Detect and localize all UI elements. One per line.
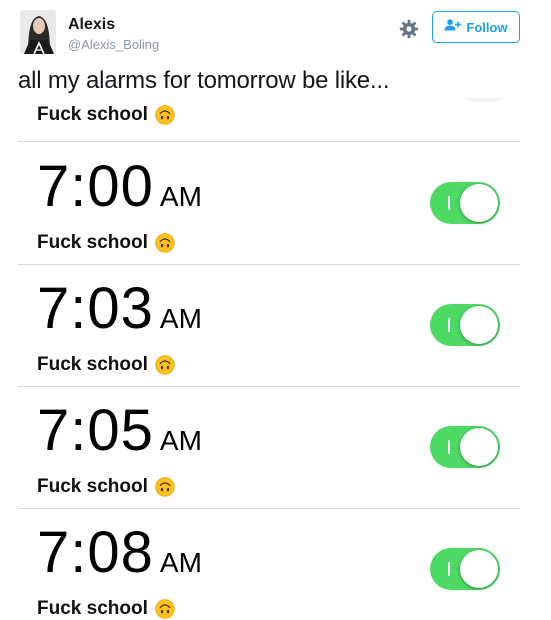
user-handle[interactable]: @Alexis_Boling [68,37,159,52]
toggle-knob[interactable] [460,550,498,588]
alarm-label: Fuck school [37,354,175,376]
toggle-knob[interactable] [460,306,498,344]
alarm-row: 7:03 AM Fuck school [18,265,520,387]
alarm-label-text: Fuck school [37,598,148,619]
alarm-row: 7:00 AM Fuck school [18,143,520,265]
tweet-header: Alexis @Alexis_Boling Follow [0,0,551,64]
follow-button[interactable]: Follow [432,11,520,43]
alarm-time: 7:03 AM [37,275,202,342]
toggle-on-indicator [448,440,450,454]
alarm-toggle[interactable] [430,182,500,224]
upside-down-face-emoji [155,105,175,125]
alarm-row: 7:05 AM Fuck school [18,387,520,509]
toggle-on-indicator [448,196,450,210]
alarm-period: AM [159,425,202,456]
alarm-label: Fuck school [37,476,175,498]
alarm-label: Fuck school [37,232,175,254]
upside-down-face-emoji [155,233,175,253]
add-user-icon [444,18,462,36]
upside-down-face-emoji [155,477,175,497]
alarm-time-value: 7:05 [37,398,154,463]
tweet-text: all my alarms for tomorrow be like... [18,67,390,94]
toggle-knob[interactable] [460,184,498,222]
alarm-time-value: 7:03 [37,276,154,341]
alarm-label-text: Fuck school [37,104,148,125]
alarm-label-text: Fuck school [37,476,148,497]
alarm-time-value: 7:08 [37,520,154,585]
alarm-time: 7:05 AM [37,397,202,464]
alarm-row: 7:08 AM Fuck school [18,509,520,620]
gear-icon[interactable] [399,19,419,39]
alarm-period: AM [159,303,202,334]
alarm-label-text: Fuck school [37,232,148,253]
alarm-toggle[interactable] [430,304,500,346]
alarm-row-partial: Fuck school [18,98,520,142]
toggle-on-indicator [448,562,450,576]
alarm-toggle[interactable] [430,426,500,468]
follow-label: Follow [466,19,508,35]
user-name[interactable]: Alexis [68,16,115,34]
avatar[interactable] [20,10,56,54]
partial-toggle [456,98,512,102]
alarm-label-text: Fuck school [37,354,148,375]
alarm-label: Fuck school [37,104,175,126]
alarm-time: 7:00 AM [37,153,202,220]
tweet-media-alarms-screenshot[interactable]: Fuck school 7:00 AM Fuck school 7:03 AM Fu… [18,98,520,620]
alarm-time: 7:08 AM [37,519,202,586]
upside-down-face-emoji [155,599,175,619]
upside-down-face-emoji [155,355,175,375]
toggle-on-indicator [448,318,450,332]
alarm-time-value: 7:00 [37,154,154,219]
alarm-period: AM [159,547,202,578]
toggle-knob[interactable] [460,428,498,466]
alarm-period: AM [159,181,202,212]
alarm-label: Fuck school [37,598,175,620]
alarm-toggle[interactable] [430,548,500,590]
